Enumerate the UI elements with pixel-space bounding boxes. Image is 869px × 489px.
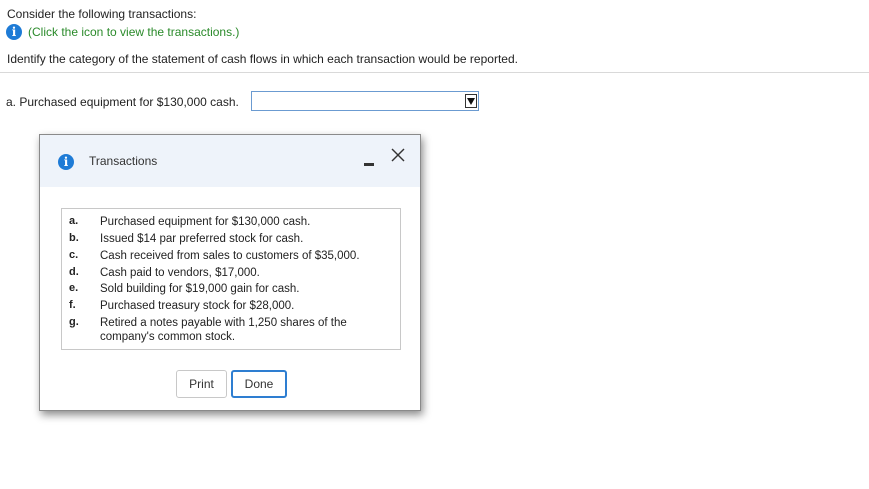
item-letter: g.: [69, 316, 79, 328]
item-letter: a.: [69, 215, 79, 227]
minimize-icon[interactable]: [364, 155, 376, 169]
item-letter: b.: [69, 232, 79, 244]
info-icon: i: [58, 154, 74, 170]
item-text: Cash paid to vendors, $17,000.: [100, 267, 260, 279]
list-item: b. Issued $14 par preferred stock for ca…: [62, 232, 390, 246]
item-text: Retired a notes payable with 1,250 share…: [100, 317, 347, 343]
done-button[interactable]: Done: [231, 370, 287, 398]
item-letter: e.: [69, 282, 79, 294]
transactions-list: a. Purchased equipment for $130,000 cash…: [61, 208, 401, 350]
item-text: Purchased equipment for $130,000 cash.: [100, 216, 311, 228]
item-letter: d.: [69, 266, 79, 278]
list-item: a. Purchased equipment for $130,000 cash…: [62, 215, 390, 229]
list-item: f. Purchased treasury stock for $28,000.: [62, 299, 390, 313]
view-transactions-link[interactable]: (Click the icon to view the transactions…: [28, 25, 239, 39]
list-item: e. Sold building for $19,000 gain for ca…: [62, 282, 390, 296]
info-icon[interactable]: i: [6, 24, 22, 40]
question-label: a. Purchased equipment for $130,000 cash…: [6, 95, 239, 109]
intro-text: Consider the following transactions:: [7, 7, 197, 21]
item-text: Cash received from sales to customers of…: [100, 250, 360, 262]
print-button[interactable]: Print: [176, 370, 227, 398]
list-item: g. Retired a notes payable with 1,250 sh…: [62, 316, 390, 344]
dropdown-arrow-icon[interactable]: [465, 94, 477, 108]
info-line: i (Click the icon to view the transactio…: [6, 24, 239, 40]
divider: [0, 72, 869, 73]
item-text: Purchased treasury stock for $28,000.: [100, 300, 295, 312]
close-icon[interactable]: [390, 147, 406, 163]
instruction-text: Identify the category of the statement o…: [7, 52, 518, 66]
transactions-modal: i Transactions a. Purchased equipment fo…: [39, 134, 421, 411]
item-text: Issued $14 par preferred stock for cash.: [100, 233, 304, 245]
category-dropdown[interactable]: [251, 91, 479, 111]
modal-title: Transactions: [89, 154, 158, 168]
item-letter: c.: [69, 249, 79, 261]
item-letter: f.: [69, 299, 76, 311]
modal-header[interactable]: i Transactions: [40, 135, 420, 187]
list-item: d. Cash paid to vendors, $17,000.: [62, 266, 390, 280]
item-text: Sold building for $19,000 gain for cash.: [100, 283, 300, 295]
list-item: c. Cash received from sales to customers…: [62, 249, 390, 263]
